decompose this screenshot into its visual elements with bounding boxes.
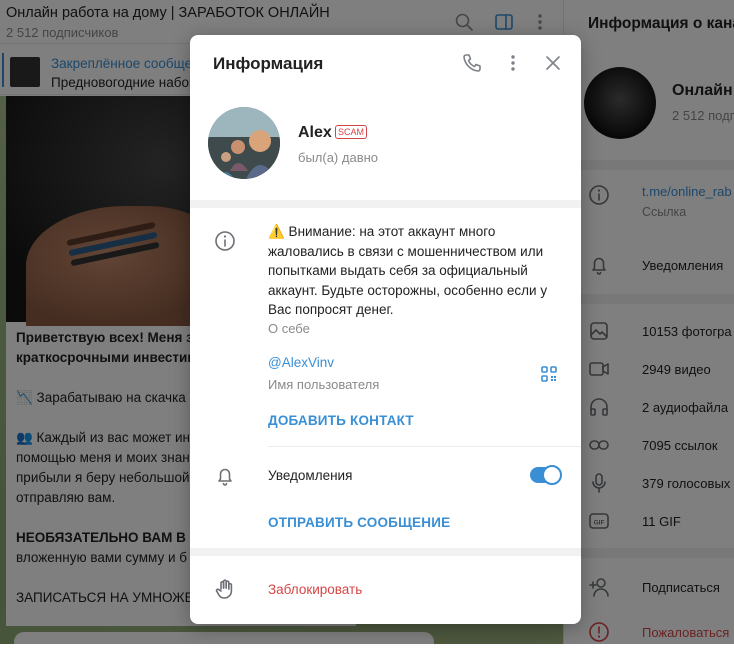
- scam-badge: SCAM: [335, 125, 368, 139]
- divider: [190, 548, 581, 556]
- phone-icon[interactable]: [461, 52, 483, 74]
- notifications-label: Уведомления: [268, 468, 353, 483]
- about-label: О себе: [268, 321, 310, 336]
- username-link[interactable]: @AlexVinv: [268, 355, 334, 370]
- add-contact-button[interactable]: ДОБАВИТЬ КОНТАКТ: [268, 413, 414, 428]
- user-info-dialog: Информация Alex SCAM был(а) давно ⚠️ Вни…: [190, 35, 581, 624]
- dialog-title: Информация: [213, 54, 324, 73]
- close-icon[interactable]: [542, 52, 564, 74]
- scam-warning-text: ⚠️ Внимание: на этот аккаунт много жалов…: [268, 224, 548, 317]
- notifications-toggle[interactable]: [530, 465, 562, 485]
- info-icon: [215, 231, 235, 251]
- username-label: Имя пользователя: [268, 377, 380, 392]
- toggle-knob: [542, 465, 562, 485]
- send-message-button[interactable]: ОТПРАВИТЬ СООБЩЕНИЕ: [268, 515, 450, 530]
- divider: [190, 200, 581, 208]
- block-hand-icon: [215, 579, 233, 599]
- user-status: был(а) давно: [298, 150, 379, 165]
- user-name: Alex: [298, 124, 332, 141]
- avatar-photo: [208, 107, 280, 179]
- bell-icon: [218, 468, 232, 486]
- divider: [268, 446, 581, 447]
- block-user-button[interactable]: Заблокировать: [268, 582, 362, 597]
- user-avatar[interactable]: [208, 107, 280, 179]
- more-vert-icon[interactable]: [502, 52, 524, 74]
- qr-code-icon[interactable]: [540, 365, 558, 383]
